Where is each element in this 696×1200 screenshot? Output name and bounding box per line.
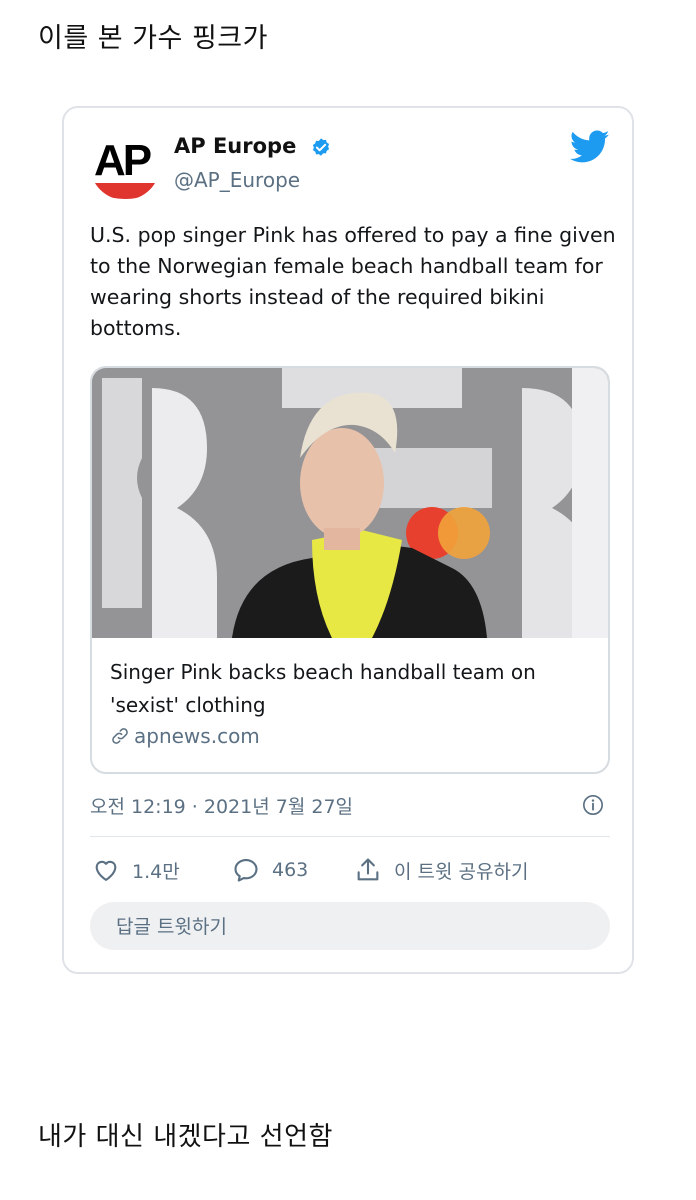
- link-domain-text: apnews.com: [134, 724, 260, 748]
- article-photo[interactable]: [92, 368, 608, 638]
- avatar[interactable]: AP: [90, 130, 160, 200]
- tweet-card[interactable]: AP AP Europe @AP_Europe U.S. pop singer …: [62, 106, 634, 974]
- like-count: 1.4만: [132, 860, 180, 883]
- avatar-logo-swoosh: [92, 183, 158, 199]
- avatar-logo-text: AP: [94, 136, 152, 185]
- twitter-bird-icon[interactable]: [570, 130, 610, 164]
- link-domain[interactable]: apnews.com: [110, 724, 260, 748]
- info-icon[interactable]: [582, 794, 604, 816]
- action-bar: 1.4만 463 이 트윗 공유하기: [90, 856, 620, 890]
- reply-button[interactable]: 463: [232, 856, 308, 884]
- divider: [90, 836, 610, 837]
- heart-icon: [95, 860, 117, 881]
- caption-bottom: 내가 대신 내겠다고 선언함: [38, 1122, 333, 1152]
- author-handle[interactable]: @AP_Europe: [174, 168, 300, 192]
- reply-bubble-icon: [234, 859, 258, 882]
- link-preview-card[interactable]: Singer Pink backs beach handball team on…: [90, 366, 610, 774]
- reply-tweet-button[interactable]: 답글 트윗하기: [90, 902, 610, 950]
- verified-badge-icon: [312, 138, 330, 156]
- link-title[interactable]: Singer Pink backs beach handball team on…: [110, 656, 590, 722]
- author-name[interactable]: AP Europe: [174, 134, 296, 158]
- caption-top: 이를 본 가수 핑크가: [38, 23, 268, 54]
- reply-count: 463: [272, 859, 309, 881]
- tweet-timestamp[interactable]: 오전 12:19 · 2021년 7월 27일: [90, 792, 353, 819]
- tweet-text: U.S. pop singer Pink has offered to pay …: [90, 223, 616, 340]
- share-button[interactable]: 이 트윗 공유하기: [354, 856, 528, 884]
- share-label: 이 트윗 공유하기: [394, 860, 529, 883]
- link-icon: [112, 728, 128, 744]
- share-icon: [357, 858, 379, 881]
- like-button[interactable]: 1.4만: [92, 856, 180, 884]
